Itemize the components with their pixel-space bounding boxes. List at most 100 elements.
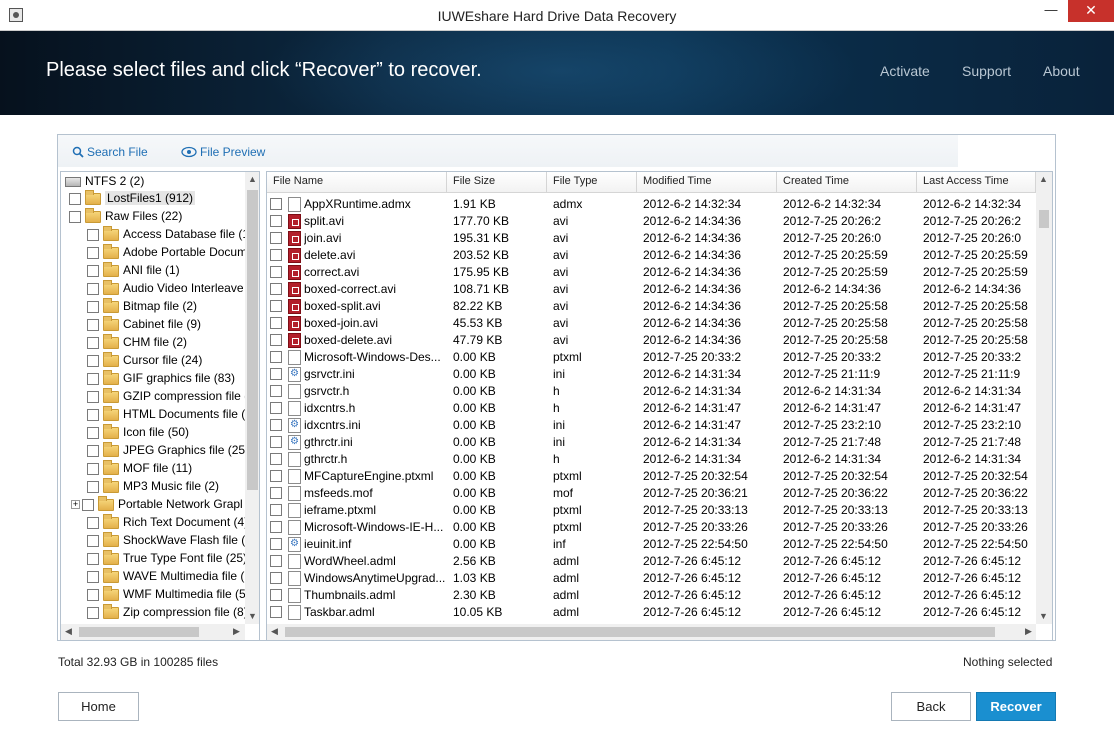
row-checkbox[interactable] <box>270 521 282 533</box>
tree-item-raw-type[interactable]: Audio Video Interleave <box>87 279 244 297</box>
table-row[interactable]: Microsoft-Windows-IE-H... 0.00 KB ptxml 201… <box>267 519 1037 536</box>
checkbox[interactable] <box>87 588 99 601</box>
tree-item-raw-type[interactable]: True Type Font file (25) <box>87 549 247 567</box>
row-checkbox[interactable] <box>270 334 282 346</box>
list-horizontal-scrollbar[interactable]: ◀ ▶ <box>267 624 1036 640</box>
checkbox[interactable] <box>87 372 99 385</box>
row-checkbox[interactable] <box>270 470 282 482</box>
tree-item-rawfiles[interactable]: Raw Files (22) <box>69 207 182 225</box>
tree-vertical-scrollbar[interactable]: ▲ ▼ <box>245 172 259 624</box>
row-checkbox[interactable] <box>270 487 282 499</box>
checkbox[interactable] <box>82 498 94 511</box>
checkbox[interactable] <box>87 336 99 349</box>
column-header[interactable]: Last Access Time <box>917 172 1036 193</box>
row-checkbox[interactable] <box>270 215 282 227</box>
checkbox[interactable] <box>87 480 99 493</box>
row-checkbox[interactable] <box>270 606 282 618</box>
tree-hscroll-thumb[interactable] <box>79 627 199 637</box>
tree-item-lostfiles[interactable]: LostFiles1 (912) <box>69 189 196 207</box>
column-header[interactable]: File Name <box>267 172 447 193</box>
home-button[interactable]: Home <box>58 692 139 721</box>
tree-item-raw-type[interactable]: JPEG Graphics file (257) <box>87 441 256 459</box>
recover-button[interactable]: Recover <box>976 692 1056 721</box>
tree-item-raw-type[interactable]: MOF file (11) <box>87 459 192 477</box>
table-row[interactable]: gsrvctr.h 0.00 KB h 2012-6-2 14:31:34 2012-6… <box>267 383 1037 400</box>
row-checkbox[interactable] <box>270 385 282 397</box>
tree-item-raw-type[interactable]: WAVE Multimedia file ( <box>87 567 244 585</box>
checkbox[interactable] <box>87 606 99 619</box>
tree-item-raw-type[interactable]: Bitmap file (2) <box>87 297 197 315</box>
table-row[interactable]: Thumbnails.adml 2.30 KB adml 2012-7-26 6:45… <box>267 587 1037 604</box>
row-checkbox[interactable] <box>270 249 282 261</box>
tree-item-raw-type[interactable]: Access Database file (1) <box>87 225 253 243</box>
scroll-down-icon[interactable]: ▼ <box>1036 609 1051 624</box>
tree-item-root[interactable]: NTFS 2 (2) <box>65 172 144 190</box>
tree-item-raw-type[interactable]: + Portable Network Grapl <box>71 495 243 513</box>
row-checkbox[interactable] <box>270 589 282 601</box>
tree-item-raw-type[interactable]: CHM file (2) <box>87 333 187 351</box>
row-checkbox[interactable] <box>270 266 282 278</box>
scroll-up-icon[interactable]: ▲ <box>245 172 259 187</box>
table-row[interactable]: WordWheel.adml 2.56 KB adml 2012-7-26 6:45:… <box>267 553 1037 570</box>
row-checkbox[interactable] <box>270 317 282 329</box>
checkbox[interactable] <box>87 354 99 367</box>
checkbox[interactable] <box>87 516 99 529</box>
table-row[interactable]: Taskbar.adml 10.05 KB adml 2012-7-26 6:45:1… <box>267 604 1037 621</box>
table-row[interactable]: Microsoft-Windows-Des... 0.00 KB ptxml 2012… <box>267 349 1037 366</box>
column-header[interactable]: File Size <box>447 172 547 193</box>
scroll-down-icon[interactable]: ▼ <box>245 609 259 624</box>
table-row[interactable]: idxcntrs.ini0.00 KBini2012-6-2 14:31:472… <box>267 417 1037 434</box>
row-checkbox[interactable] <box>270 351 282 363</box>
tree-item-raw-type[interactable]: ANI file (1) <box>87 261 180 279</box>
tree-item-raw-type[interactable]: HTML Documents file ( <box>87 405 245 423</box>
table-row[interactable]: AppXRuntime.admx 1.91 KB admx 2012-6-2 14:3… <box>267 196 1037 213</box>
checkbox[interactable] <box>87 246 99 259</box>
expand-icon[interactable]: + <box>71 500 80 510</box>
table-row[interactable]: gsrvctr.ini0.00 KBini2012-6-2 14:31:3420… <box>267 366 1037 383</box>
column-header[interactable]: Modified Time <box>637 172 777 193</box>
row-checkbox[interactable] <box>270 436 282 448</box>
column-header[interactable]: File Type <box>547 172 637 193</box>
close-button[interactable]: ✕ <box>1068 0 1114 22</box>
row-checkbox[interactable] <box>270 555 282 567</box>
table-row[interactable]: MFCaptureEngine.ptxml 0.00 KB ptxml 2012-7-… <box>267 468 1037 485</box>
table-row[interactable]: WindowsAnytimeUpgrad... 1.03 KB adml 2012-7… <box>267 570 1037 587</box>
checkbox[interactable] <box>87 570 99 583</box>
tree-item-raw-type[interactable]: ShockWave Flash file (4 <box>87 531 252 549</box>
checkbox[interactable] <box>87 534 99 547</box>
table-row[interactable]: split.avi 177.70 KB avi 2012-6-2 14:34:36 20… <box>267 213 1037 230</box>
scroll-left-icon[interactable]: ◀ <box>61 624 76 639</box>
nav-activate[interactable]: Activate <box>880 63 930 79</box>
nav-support[interactable]: Support <box>962 63 1011 79</box>
scroll-right-icon[interactable]: ▶ <box>1021 624 1036 639</box>
checkbox[interactable] <box>87 300 99 313</box>
tree-item-raw-type[interactable]: Icon file (50) <box>87 423 189 441</box>
search-file-button[interactable]: Search File <box>72 145 148 159</box>
row-checkbox[interactable] <box>270 402 282 414</box>
row-checkbox[interactable] <box>270 504 282 516</box>
table-row[interactable]: ieuinit.inf0.00 KBinf2012-7-25 22:54:502… <box>267 536 1037 553</box>
tree-horizontal-scrollbar[interactable]: ◀ ▶ <box>61 624 245 640</box>
table-row[interactable]: join.avi 195.31 KB avi 2012-6-2 14:34:36 201… <box>267 230 1037 247</box>
scroll-left-icon[interactable]: ◀ <box>267 624 282 639</box>
checkbox[interactable] <box>87 318 99 331</box>
tree-item-raw-type[interactable]: WMF Multimedia file (5 <box>87 585 246 603</box>
table-row[interactable]: boxed-delete.avi 47.79 KB avi 2012-6-2 14:3… <box>267 332 1037 349</box>
row-checkbox[interactable] <box>270 368 282 380</box>
tree-item-raw-type[interactable]: Rich Text Document (4) <box>87 513 248 531</box>
checkbox[interactable] <box>69 210 81 223</box>
tree-item-raw-type[interactable]: Adobe Portable Docum <box>87 243 247 261</box>
list-scroll-thumb[interactable] <box>1039 210 1049 228</box>
checkbox[interactable] <box>87 426 99 439</box>
checkbox[interactable] <box>87 282 99 295</box>
checkbox[interactable] <box>87 264 99 277</box>
minimize-button[interactable]: — <box>1036 0 1066 22</box>
row-checkbox[interactable] <box>270 283 282 295</box>
tree-item-raw-type[interactable]: Cursor file (24) <box>87 351 202 369</box>
table-row[interactable]: boxed-join.avi 45.53 KB avi 2012-6-2 14:34:… <box>267 315 1037 332</box>
tree-scroll-thumb[interactable] <box>247 190 258 490</box>
row-checkbox[interactable] <box>270 198 282 210</box>
file-preview-button[interactable]: File Preview <box>181 145 265 159</box>
list-hscroll-thumb[interactable] <box>285 627 995 637</box>
checkbox[interactable] <box>87 462 99 475</box>
